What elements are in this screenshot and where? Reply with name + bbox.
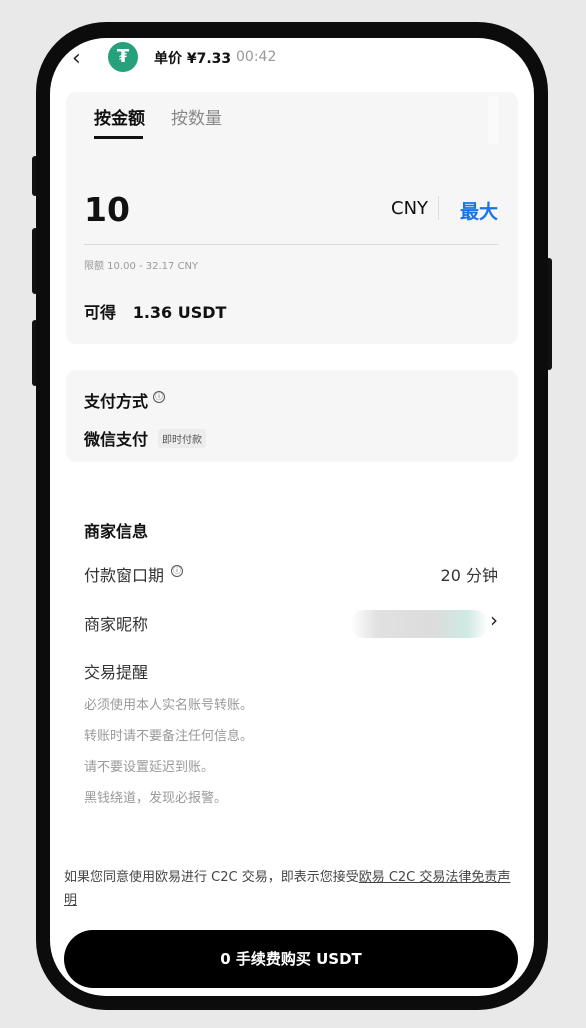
trade-reminder-title: 交易提醒 [84,663,149,682]
limit-text: 限额 10.00 - 32.17 CNY [84,261,199,272]
divider [438,196,439,220]
chevron-right-icon[interactable]: › [490,608,498,632]
input-underline [84,244,498,245]
legal-disclaimer: 如果您同意使用欧易进行 C2C 交易，即表示您接受欧易 C2C 交易法律免责声明 [64,866,520,912]
currency-label: CNY [391,198,429,219]
info-icon[interactable]: ⓘ [153,391,165,403]
reminder-item: 必须使用本人实名账号转账。 [84,698,254,713]
instant-payment-badge: 即时付款 [158,429,206,448]
payment-method-title: 支付方式 [84,392,149,411]
tether-icon: ₮ [108,42,138,72]
countdown-timer: 00:42 [236,49,277,65]
merchant-info-title: 商家信息 [84,522,149,541]
disclaimer-text: 如果您同意使用欧易进行 C2C 交易，即表示您接受 [64,870,359,885]
chevron-left-icon[interactable]: ‹ [72,48,81,70]
reminder-item: 黑钱绕道，发现必报警。 [84,791,228,806]
buy-usdt-button[interactable]: 0 手续费购买 USDT [64,930,518,988]
payment-window-value: 20 分钟 [440,566,498,585]
merchant-nickname-label: 商家昵称 [84,615,149,634]
screen: ‹ ₮ 单价 ¥7.33 00:42 按金额 按数量 10 CNY 最大 限额 … [50,38,534,996]
payment-window-label: 付款窗口期 [84,566,165,585]
reminder-item: 请不要设置延迟到账。 [84,760,215,775]
reminder-item: 转账时请不要备注任何信息。 [84,729,254,744]
max-button[interactable]: 最大 [460,197,498,224]
phone-frame: ‹ ₮ 单价 ¥7.33 00:42 按金额 按数量 10 CNY 最大 限额 … [36,22,548,1010]
amount-input[interactable]: 10 [84,190,130,229]
tab-by-quantity[interactable]: 按数量 [171,104,222,129]
unit-price: 单价 ¥7.33 [154,51,232,67]
tab-by-amount[interactable]: 按金额 [94,104,145,129]
merchant-nickname-blurred[interactable] [350,610,488,638]
info-icon[interactable]: ⓘ [171,565,183,577]
tab-scroll-fade [488,96,498,144]
payment-method-value: 微信支付 [84,430,149,449]
tab-active-indicator [94,136,143,139]
receive-amount: 可得 1.36 USDT [84,303,227,322]
